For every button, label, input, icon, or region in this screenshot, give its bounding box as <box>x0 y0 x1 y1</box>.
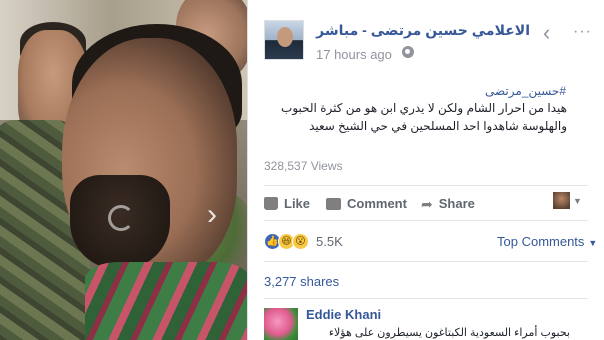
post-timestamp[interactable]: 17 hours ago <box>316 47 392 62</box>
post-text: هيدا من احرار الشام ولكن لا يدري ابن هو … <box>281 101 567 133</box>
caret-down-icon[interactable]: ▼ <box>573 196 582 206</box>
chevron-left-icon[interactable]: ‹ <box>543 22 550 44</box>
comment-label: Comment <box>347 196 407 211</box>
divider <box>264 220 588 221</box>
post-hashtag[interactable]: #حسين_مرتضى <box>300 84 566 98</box>
divider <box>264 261 588 262</box>
like-button[interactable]: Like <box>264 196 310 211</box>
share-label: Share <box>438 196 475 211</box>
thumbs-up-icon <box>264 197 278 210</box>
comment-button[interactable]: Comment <box>326 196 407 211</box>
caret-down-icon: ▼ <box>588 238 598 248</box>
like-label: Like <box>284 196 311 211</box>
divider <box>264 298 588 299</box>
share-count[interactable]: 3,277 shares <box>264 274 339 289</box>
chevron-right-icon[interactable]: › <box>207 200 217 230</box>
reactions-summary[interactable]: 👍 😆 😮 5.5K <box>264 233 343 250</box>
commenter-name[interactable]: Eddie Khani <box>306 307 381 322</box>
divider <box>264 185 588 186</box>
comment-sort-label: Top Comments <box>497 234 585 249</box>
loading-spinner-icon <box>108 205 134 231</box>
subject-scarf <box>85 262 247 340</box>
commenter-avatar[interactable] <box>264 308 298 340</box>
comment-sort-dropdown[interactable]: Top Comments ▼ <box>497 234 597 249</box>
share-arrow-icon: ➦ <box>421 195 433 212</box>
author-name[interactable]: الاعلامي حسين مرتضى - مباشر <box>300 22 530 39</box>
video-player[interactable]: › <box>0 0 247 340</box>
viewer-avatar[interactable] <box>553 192 570 209</box>
author-avatar[interactable] <box>264 20 304 60</box>
facebook-video-post: › ‹ ··· الاعلامي حسين مرتضى - مباشر 17 h… <box>0 0 604 340</box>
share-button[interactable]: ➦ Share <box>421 196 475 211</box>
more-options-icon[interactable]: ··· <box>573 24 592 40</box>
avatar-face <box>277 27 293 47</box>
reaction-count: 5.5K <box>316 234 343 249</box>
wow-reaction-icon: 😮 <box>292 233 309 250</box>
globe-icon <box>402 46 414 58</box>
comment-text: بحبوب أمراء السعودية الكبتاغون يسيطرون ع… <box>328 327 570 339</box>
view-count: 328,537 Views <box>264 159 343 173</box>
comment-icon <box>326 197 341 210</box>
